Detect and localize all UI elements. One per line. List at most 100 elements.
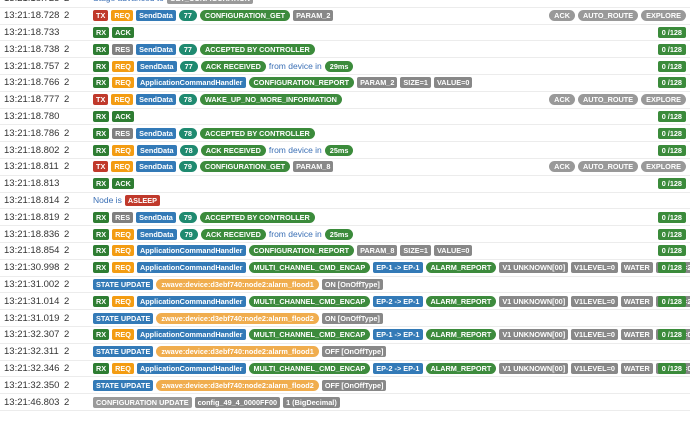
log-flags: 0 /128	[657, 295, 686, 307]
badge-param: V1LEVEL=0	[571, 295, 618, 307]
log-flags: 0 /128	[657, 110, 686, 122]
log-row[interactable]: 13:21:18.854 2 RX REQ ApplicationCommandHand…	[0, 243, 690, 260]
log-flags: 0 /128	[657, 178, 686, 190]
log-row[interactable]: 13:21:32.350 2 STATE UPDATE zwave:device:d3…	[0, 377, 690, 395]
log-row[interactable]: 13:21:18.802 2 RX REQ SendData 78 ACK RECEIVED…	[0, 142, 690, 159]
badge-dir-rx: RX	[93, 43, 110, 55]
badge-ack: ACK	[112, 26, 134, 38]
log-content: TX REQ SendData 79 CONFIGURATION_GET PARAM_8	[93, 161, 334, 173]
log-row[interactable]: 13:21:18.757 2 RX REQ SendData 77 ACK RECEIVED…	[0, 58, 690, 75]
badge-param: SIZE=1	[400, 245, 431, 257]
log-row[interactable]: 13:21:18.786 2 RX RES SendData 78 ACCEPTED BY …	[0, 125, 690, 143]
badge-param: WATER	[620, 329, 653, 341]
timestamp: 13:21:18.802	[4, 144, 60, 156]
timestamp: 13:21:46.803	[4, 396, 60, 408]
queue-count-badge: 0 /128	[657, 211, 686, 223]
log-flags: ACK AUTO_ROUTE EXPLORE	[549, 161, 686, 173]
log-row[interactable]: 13:21:18.819 2 RX RES SendData 79 ACCEPTED BY …	[0, 209, 690, 227]
log-row[interactable]: 13:21:32.311 2 STATE UPDATE zwave:device:d3…	[0, 344, 690, 361]
log-content: RX ACK	[93, 26, 134, 38]
log-row[interactable]: 13:21:31.002 2 STATE UPDATE zwave:device:d3…	[0, 277, 690, 294]
badge-param: VALUE=0	[433, 245, 473, 257]
badge-green: ACCEPTED BY CONTROLLER	[199, 211, 315, 223]
badge-kind-req: REQ	[111, 161, 134, 173]
log-content: RX REQ ApplicationCommandHandler CONFIGURAT…	[93, 245, 473, 257]
node-id: 2	[64, 379, 70, 391]
badge-param: V1 UNKNOWN[00]	[499, 362, 569, 374]
log-row[interactable]: 13:21:30.998 2 RX REQ ApplicationCommandHand…	[0, 260, 690, 277]
log-content: RX REQ ApplicationCommandHandler MULTI_CHAN…	[93, 262, 690, 274]
log-flags: 0 /128	[657, 60, 686, 72]
badge-param: ON [OnOffType]	[321, 312, 383, 324]
timestamp: 13:21:18.811	[4, 161, 59, 173]
log-row[interactable]: 13:21:18.836 2 RX REQ SendData 79 ACK RECEIVED…	[0, 226, 690, 243]
badge-fn: SendData	[136, 211, 176, 223]
queue-count-badge: 0 /128	[657, 127, 686, 139]
log-flags: 0 /128	[657, 228, 686, 240]
queue-count-badge: 0 /128	[657, 329, 686, 341]
badge-fn: ApplicationCommandHandler	[136, 245, 246, 257]
badge-param: WATER	[620, 295, 653, 307]
queue-count-badge: 0 /128	[657, 362, 686, 374]
badge-cmd: WAKE_UP_NO_MORE_INFORMATION	[199, 94, 342, 106]
badge-dir-rx: RX	[93, 245, 110, 257]
timestamp: 13:21:18.777	[4, 94, 60, 106]
badge-num: 78	[178, 127, 197, 139]
log-row[interactable]: 13:21:32.307 2 RX REQ ApplicationCommandHand…	[0, 327, 690, 344]
badge-grey2: CONFIGURATION UPDATE	[93, 396, 192, 408]
badge-kind-req: REQ	[112, 144, 134, 156]
log-content: Stage advanced toGET_CONFIGURATION	[93, 0, 254, 5]
log-flags: 0 /128	[657, 127, 686, 139]
log-content: RX REQ ApplicationCommandHandler MULTI_CHAN…	[93, 329, 690, 341]
badge-ep: EP-1 -> EP-1	[373, 329, 423, 341]
badge-ep: EP-1 -> EP-1	[373, 262, 423, 274]
log-flags: 0 /128	[657, 245, 686, 257]
badge-fn: SendData	[136, 161, 176, 173]
log-row[interactable]: 13:21:31.019 2 STATE UPDATE zwave:device:d3…	[0, 310, 690, 327]
log-flags: 0 /128	[657, 77, 686, 89]
badge-kind-req: REQ	[112, 228, 134, 240]
log-row[interactable]: 13:21:18.733 RX ACK 0 /128	[0, 25, 690, 42]
log-row[interactable]: 13:21:18.738 2 RX RES SendData 77 ACCEPTED BY …	[0, 41, 690, 59]
timestamp: 13:21:32.346	[4, 362, 60, 374]
badge-param: ON [OnOffType]	[321, 278, 383, 290]
node-id: 2	[64, 295, 70, 307]
log-flags: 0 /128	[657, 362, 686, 374]
log-flags: ACK AUTO_ROUTE EXPLORE	[549, 94, 686, 106]
log-row[interactable]: 13:21:18.777 2 TX REQ SendData 78 WAKE_UP_NO_M…	[0, 92, 690, 109]
log-row[interactable]: 13:21:46.803 2 CONFIGURATION UPDATE config_…	[0, 394, 690, 411]
queue-count-badge: 0 /128	[657, 110, 686, 122]
log-content: STATE UPDATE zwave:device:d3ebf740:node2:…	[93, 278, 383, 290]
timestamp: 13:21:18.814	[4, 194, 60, 206]
badge-fn: SendData	[136, 144, 177, 156]
queue-count-badge: 0 /128	[657, 178, 686, 190]
log-row[interactable]: 13:21:18.725 2 Stage advanced toGET_CONFIG…	[0, 0, 690, 8]
badge-kind-res: RES	[112, 43, 134, 55]
log-row[interactable]: 13:21:31.014 2 RX REQ ApplicationCommandHand…	[0, 293, 690, 311]
badge-dir-rx: RX	[93, 295, 110, 307]
badge-cmd: MULTI_CHANNEL_CMD_ENCAP	[248, 295, 371, 307]
queue-count-badge: 0 /128	[657, 262, 686, 274]
badge-kind-req: REQ	[112, 77, 134, 89]
log-content: STATE UPDATE zwave:device:d3ebf740:node2:…	[93, 346, 387, 358]
log-row[interactable]: 13:21:18.780 RX ACK 0 /128	[0, 109, 690, 126]
log-row[interactable]: 13:21:18.728 2 TX REQ SendData 77 CONFIGURATIO…	[0, 8, 690, 25]
log-content: STATE UPDATE zwave:device:d3ebf740:node2:…	[93, 379, 387, 391]
badge-num: 77	[178, 10, 197, 22]
node-id: 2	[64, 94, 70, 106]
log-row[interactable]: 13:21:18.813 RX ACK 0 /128	[0, 176, 690, 193]
log-flags: 0 /128	[657, 144, 686, 156]
log-row[interactable]: 13:21:18.814 2 Node is ASLEEP	[0, 193, 690, 210]
log-row[interactable]: 13:21:32.346 2 RX REQ ApplicationCommandHand…	[0, 361, 690, 378]
badge-ep: EP-2 -> EP-1	[373, 295, 423, 307]
log-flags: 0 /128	[657, 329, 686, 341]
badge-asleep: ASLEEP	[124, 194, 161, 206]
node-id: 2	[64, 396, 70, 408]
log-row[interactable]: 13:21:18.811 2 TX REQ SendData 79 CONFIGURATIO…	[0, 159, 690, 176]
badge-fn: SendData	[136, 127, 176, 139]
badge-dir-rx: RX	[93, 77, 110, 89]
log-row[interactable]: 13:21:18.766 2 RX REQ ApplicationCommandHand…	[0, 75, 690, 92]
node-id: 2	[64, 329, 70, 341]
badge-dir-rx: RX	[93, 60, 110, 72]
badge-param: V1LEVEL=0	[571, 262, 618, 274]
